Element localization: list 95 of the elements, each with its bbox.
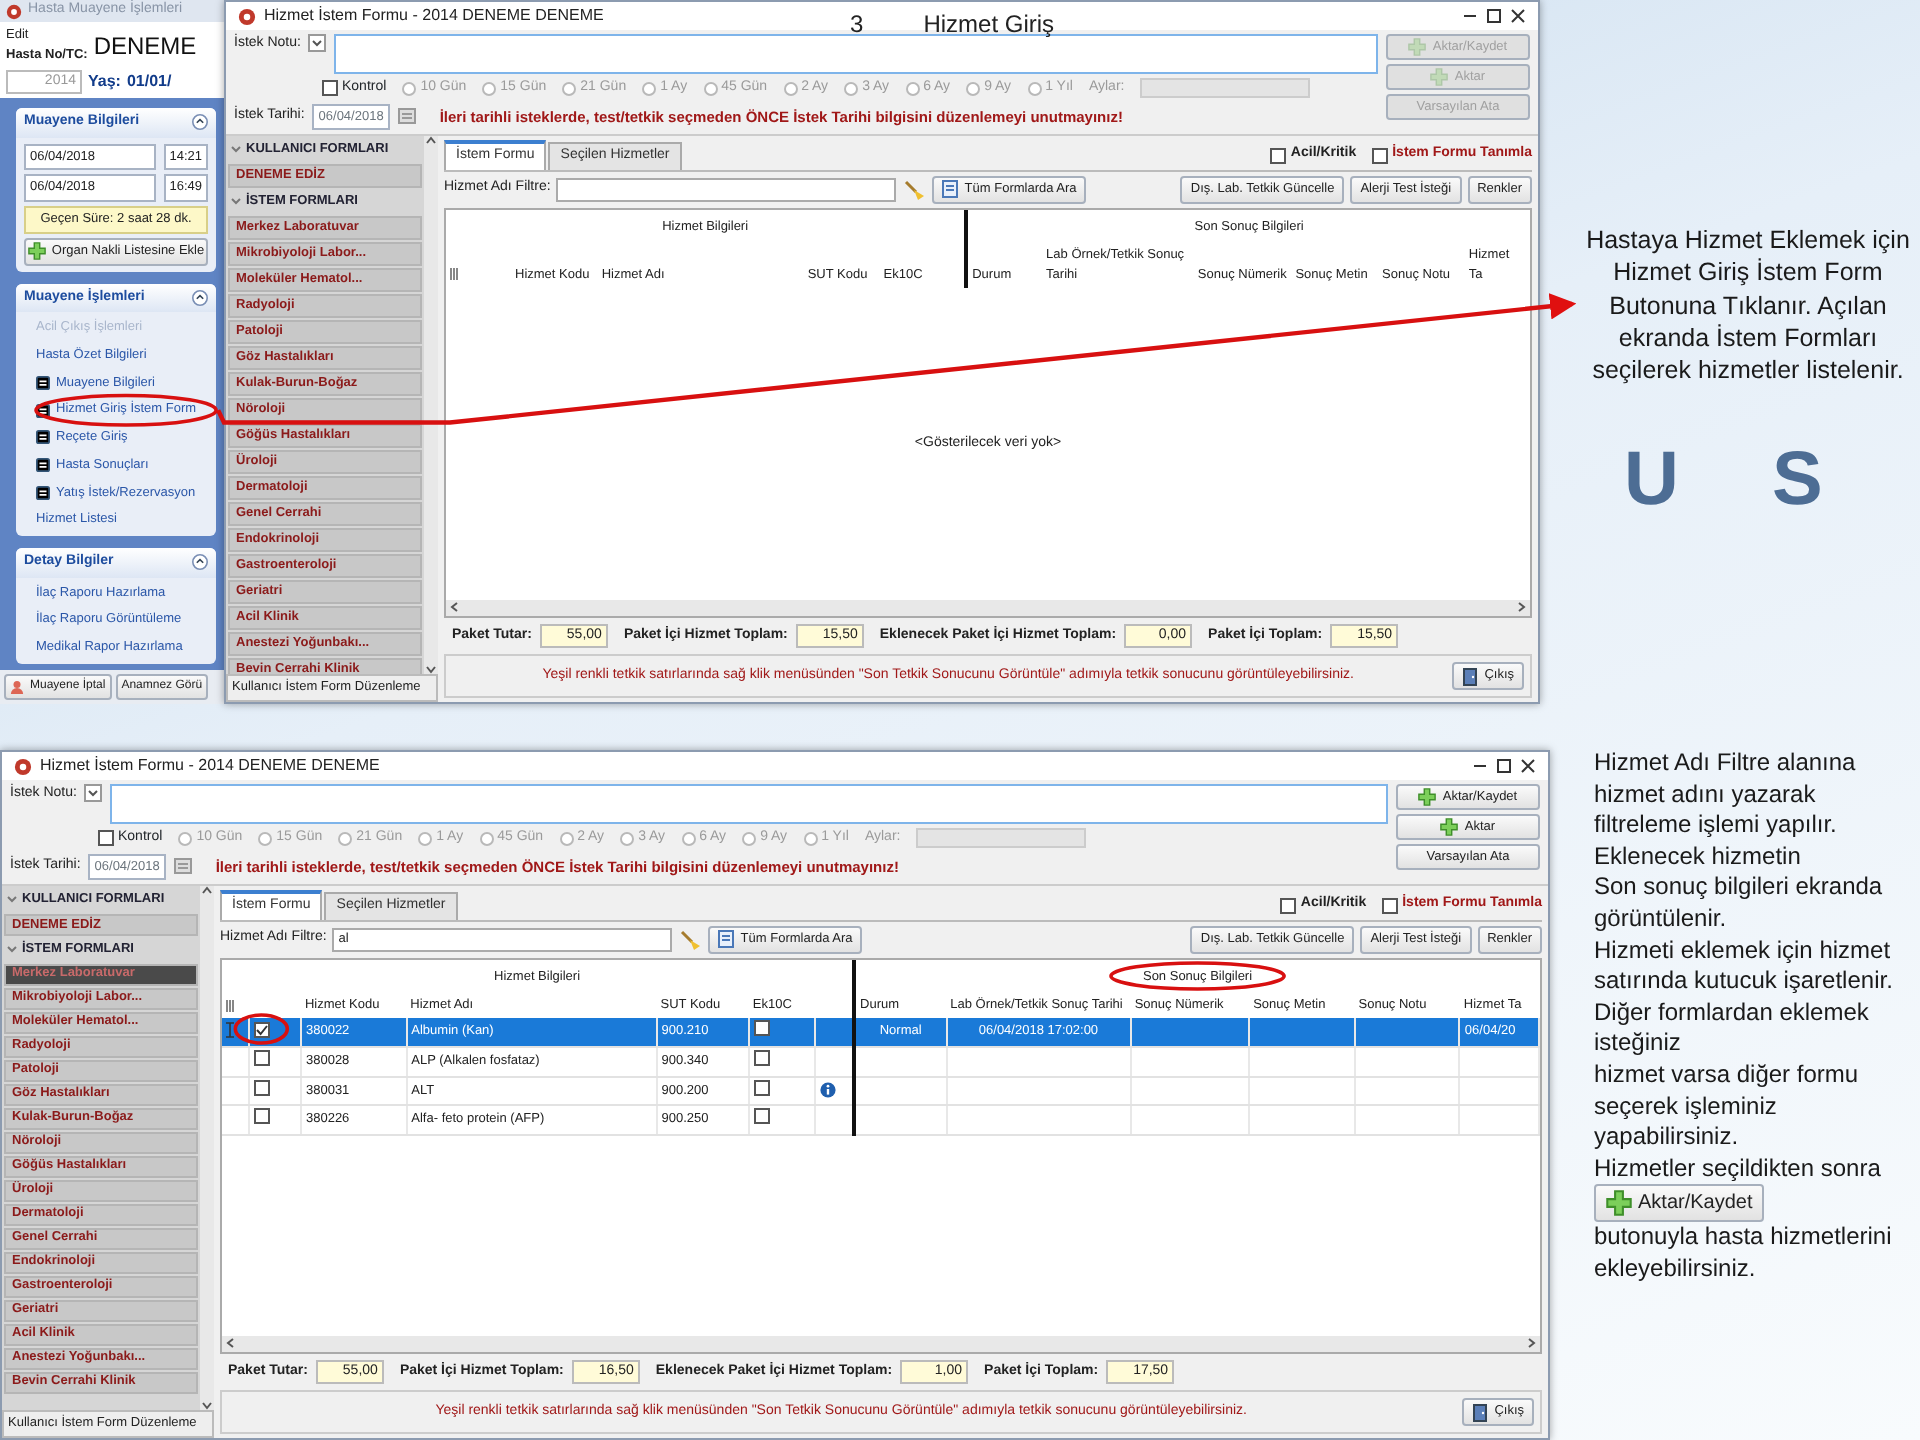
door-icon (1462, 667, 1479, 686)
radio-button[interactable] (418, 831, 433, 846)
row-checkbox[interactable] (253, 1079, 270, 1095)
ek10c-checkbox[interactable] (753, 1049, 770, 1066)
radio-button[interactable] (642, 81, 657, 96)
horizontal-scrollbar[interactable] (222, 1335, 1540, 1352)
age-value: 01/01/ (126, 69, 172, 94)
plus-icon (1408, 38, 1427, 56)
form-icon (36, 375, 50, 390)
maximize-icon[interactable] (1486, 8, 1502, 24)
radio-button[interactable] (258, 831, 273, 846)
note-text: butonuyla hasta hizmetlerini ekleyebilirsiniz. (1594, 1222, 1894, 1285)
vertical-scrollbar[interactable] (200, 886, 214, 1411)
checkbox[interactable] (1280, 897, 1297, 913)
filter-field[interactable] (556, 177, 897, 202)
collapse-icon[interactable] (192, 114, 208, 131)
row-checkbox[interactable] (253, 1021, 270, 1037)
form-icon (36, 485, 50, 500)
save-button-image: Aktar/Kaydet (1594, 1184, 1765, 1223)
checkbox[interactable] (1270, 147, 1287, 163)
document-icon (942, 180, 959, 199)
note-field[interactable] (110, 784, 1388, 824)
ek10c-checkbox[interactable] (753, 1079, 770, 1095)
dropdown-icon[interactable] (84, 784, 103, 802)
slide-number: 3 (850, 8, 864, 42)
ek10c-checkbox[interactable] (753, 1108, 770, 1125)
patient-name: DENEME (93, 29, 197, 64)
chevron-icon[interactable] (230, 144, 242, 157)
note-text: Hizmetler seçildikten sonra (1594, 1153, 1881, 1185)
window-title: Hizmet İstem Formu - 2014 DENEME DENEME (264, 4, 604, 28)
checkbox[interactable] (1372, 147, 1389, 163)
radio-button[interactable] (338, 831, 353, 846)
person-icon (10, 680, 24, 694)
close-icon[interactable] (1520, 758, 1536, 774)
dropdown-icon[interactable] (308, 34, 327, 52)
calendar-icon[interactable] (397, 108, 416, 125)
radio-button[interactable] (178, 831, 193, 846)
radio-button[interactable] (966, 81, 981, 96)
radio-button[interactable] (742, 831, 757, 846)
horizontal-scrollbar[interactable] (446, 599, 1530, 616)
radio-button[interactable] (402, 81, 417, 96)
age-label: Yaş: (88, 69, 121, 94)
checkbox[interactable] (1382, 897, 1399, 913)
radio-button[interactable] (844, 81, 859, 96)
chevron-icon[interactable] (6, 894, 18, 907)
ek10c-checkbox[interactable] (753, 1020, 770, 1036)
plus-icon (1440, 818, 1459, 836)
note-text: Hizmet Adı Filtre alanına hizmet adını yazarak filtreleme işlemi yapılır. Eklenecek hizmetin (1594, 748, 1858, 873)
app-logo-icon (238, 7, 256, 25)
note-field[interactable] (334, 34, 1378, 74)
radio-button[interactable] (620, 831, 635, 846)
calendar-icon[interactable] (173, 858, 192, 875)
note-text: Son sonuç bilgileri ekranda görüntülenir. (1594, 872, 1885, 936)
chevron-icon[interactable] (6, 943, 18, 956)
radio-button[interactable] (681, 831, 696, 846)
info-icon (819, 1081, 836, 1098)
check-icon (255, 1023, 268, 1035)
door-icon (1472, 1403, 1489, 1422)
radio-button[interactable] (559, 831, 574, 846)
maximize-icon[interactable] (1496, 758, 1512, 774)
broom-icon[interactable] (902, 177, 927, 202)
radio-button[interactable] (703, 81, 718, 96)
note-text: Hastaya Hizmet Eklemek için Hizmet Giriş İstem Form Butonuna Tıklanır. Açılan ekranda İstem Formları seçilerek hizmetler listelenir. (1584, 224, 1912, 387)
text-cursor-icon (226, 1022, 234, 1039)
radio-button[interactable] (482, 81, 497, 96)
radio-button[interactable] (783, 81, 798, 96)
plus-icon (1418, 788, 1437, 806)
app-logo-icon (14, 757, 32, 775)
radio-button[interactable] (562, 81, 577, 96)
radio-button[interactable] (479, 831, 494, 846)
kontrol-checkbox[interactable] (98, 830, 114, 847)
radio-button[interactable] (803, 831, 818, 846)
radio-button[interactable] (905, 81, 920, 96)
window-title: Hizmet İstem Formu - 2014 DENEME DENEME (40, 754, 380, 778)
document-icon (718, 930, 735, 949)
plus-icon (1430, 68, 1449, 86)
radio-button[interactable] (1027, 81, 1042, 96)
form-icon (36, 458, 50, 473)
row-checkbox[interactable] (253, 1049, 270, 1066)
collapse-icon[interactable] (192, 554, 208, 571)
form-icon (36, 430, 50, 445)
logo-text: U S (1624, 436, 1859, 526)
chevron-icon[interactable] (230, 195, 242, 208)
row-indicator-icon (450, 268, 458, 281)
collapse-icon[interactable] (192, 289, 208, 306)
row-indicator-icon (226, 999, 234, 1012)
note-text: hizmet varsa diğer formu seçerek işleminiz yapabilirsiniz. (1594, 1059, 1861, 1154)
row-checkbox[interactable] (253, 1108, 270, 1125)
slide-title: Hizmet Giriş (923, 8, 1055, 42)
plus-icon (27, 242, 46, 261)
plus-icon (1606, 1190, 1632, 1217)
broom-icon[interactable] (678, 927, 703, 952)
close-icon[interactable] (1510, 8, 1526, 24)
vertical-scrollbar[interactable] (424, 136, 438, 675)
kontrol-checkbox[interactable] (322, 80, 338, 97)
